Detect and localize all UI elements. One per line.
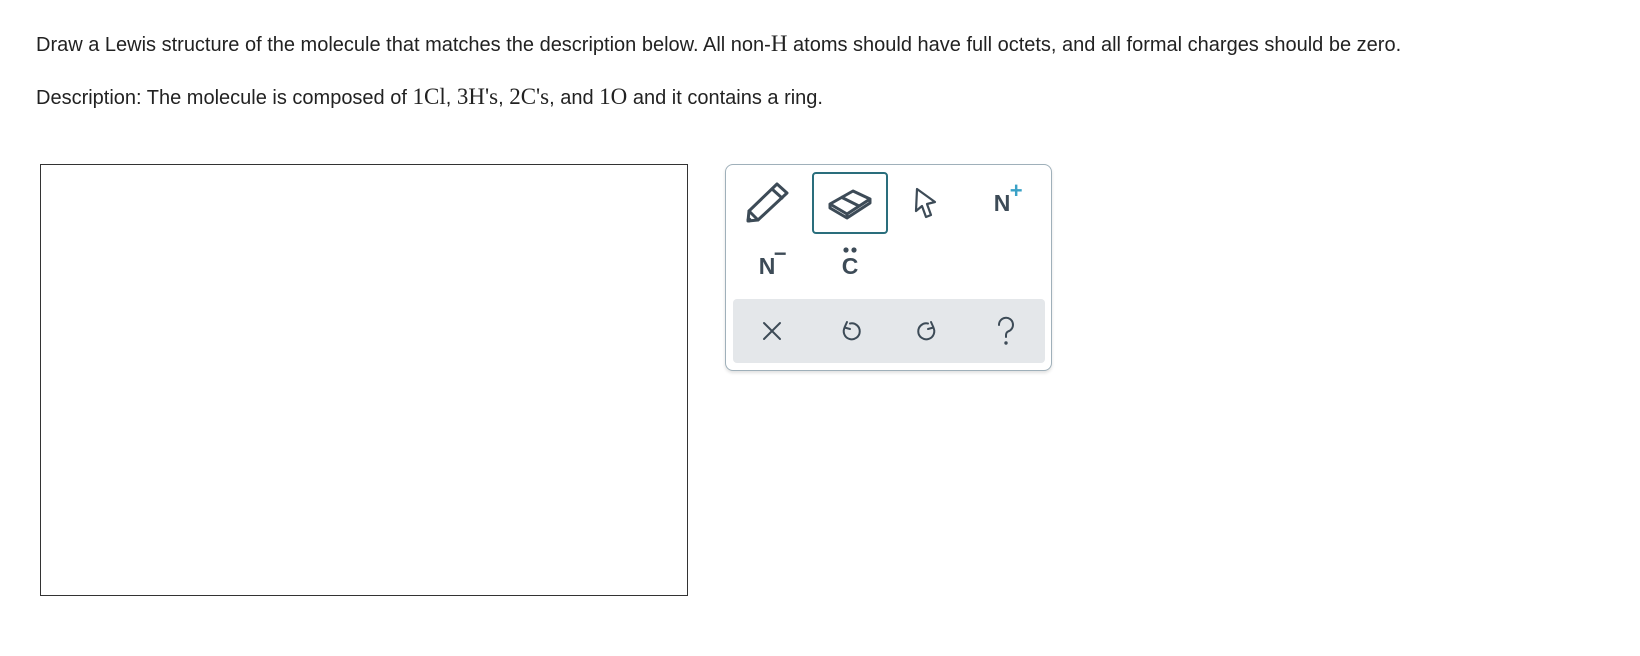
oxygen-count: 1O <box>599 84 628 109</box>
positive-charge-tool[interactable]: N + <box>964 172 1040 234</box>
atom-label: N <box>993 189 1011 216</box>
help-button[interactable] <box>967 299 1045 363</box>
instruction-text-part: Draw a Lewis structure of the molecule t… <box>36 34 771 56</box>
cursor-arrow-icon <box>914 187 937 219</box>
undo-button[interactable] <box>811 299 889 363</box>
positive-charge-icon: N + <box>993 179 1023 216</box>
redo-icon <box>917 321 936 341</box>
select-tool[interactable] <box>888 172 964 234</box>
description-text: Description: The molecule is composed of… <box>36 84 823 110</box>
atom-label: C <box>841 252 859 279</box>
hydrogen-symbol: H <box>770 31 788 56</box>
eraser-icon <box>828 189 872 220</box>
instruction-text: Draw a Lewis structure of the molecule t… <box>36 31 1401 57</box>
toolbox-footer <box>733 299 1045 363</box>
drawing-canvas[interactable] <box>40 164 688 596</box>
description-suffix: and it contains a ring. <box>627 87 823 109</box>
separator: , and <box>549 87 600 109</box>
undo-icon <box>842 321 861 341</box>
chlorine-count: 1Cl <box>412 84 446 109</box>
close-icon <box>763 322 781 340</box>
carbon-count: 2C's <box>509 84 550 109</box>
separator: , <box>498 87 510 109</box>
negative-charge-tool[interactable]: N − <box>729 235 805 297</box>
lone-pair-icon: C <box>841 246 859 279</box>
pencil-icon <box>746 182 789 223</box>
negative-charge-icon: N − <box>759 242 787 278</box>
eraser-tool[interactable] <box>812 172 888 234</box>
clear-button[interactable] <box>733 299 811 363</box>
separator: , <box>445 87 457 109</box>
lone-pair-tool[interactable]: C <box>812 235 888 297</box>
toolbox: N + N − C <box>725 164 1052 371</box>
help-icon <box>997 316 1014 345</box>
lone-pair-dots <box>843 246 857 253</box>
description-label: Description: The molecule is composed of <box>36 87 413 109</box>
minus-sign: − <box>773 240 787 266</box>
redo-button[interactable] <box>889 299 967 363</box>
instruction-text-part: atoms should have full octets, and all f… <box>787 34 1402 56</box>
hydrogen-count: 3H's <box>456 84 499 109</box>
pencil-tool[interactable] <box>729 172 805 234</box>
plus-sign: + <box>1009 177 1023 203</box>
